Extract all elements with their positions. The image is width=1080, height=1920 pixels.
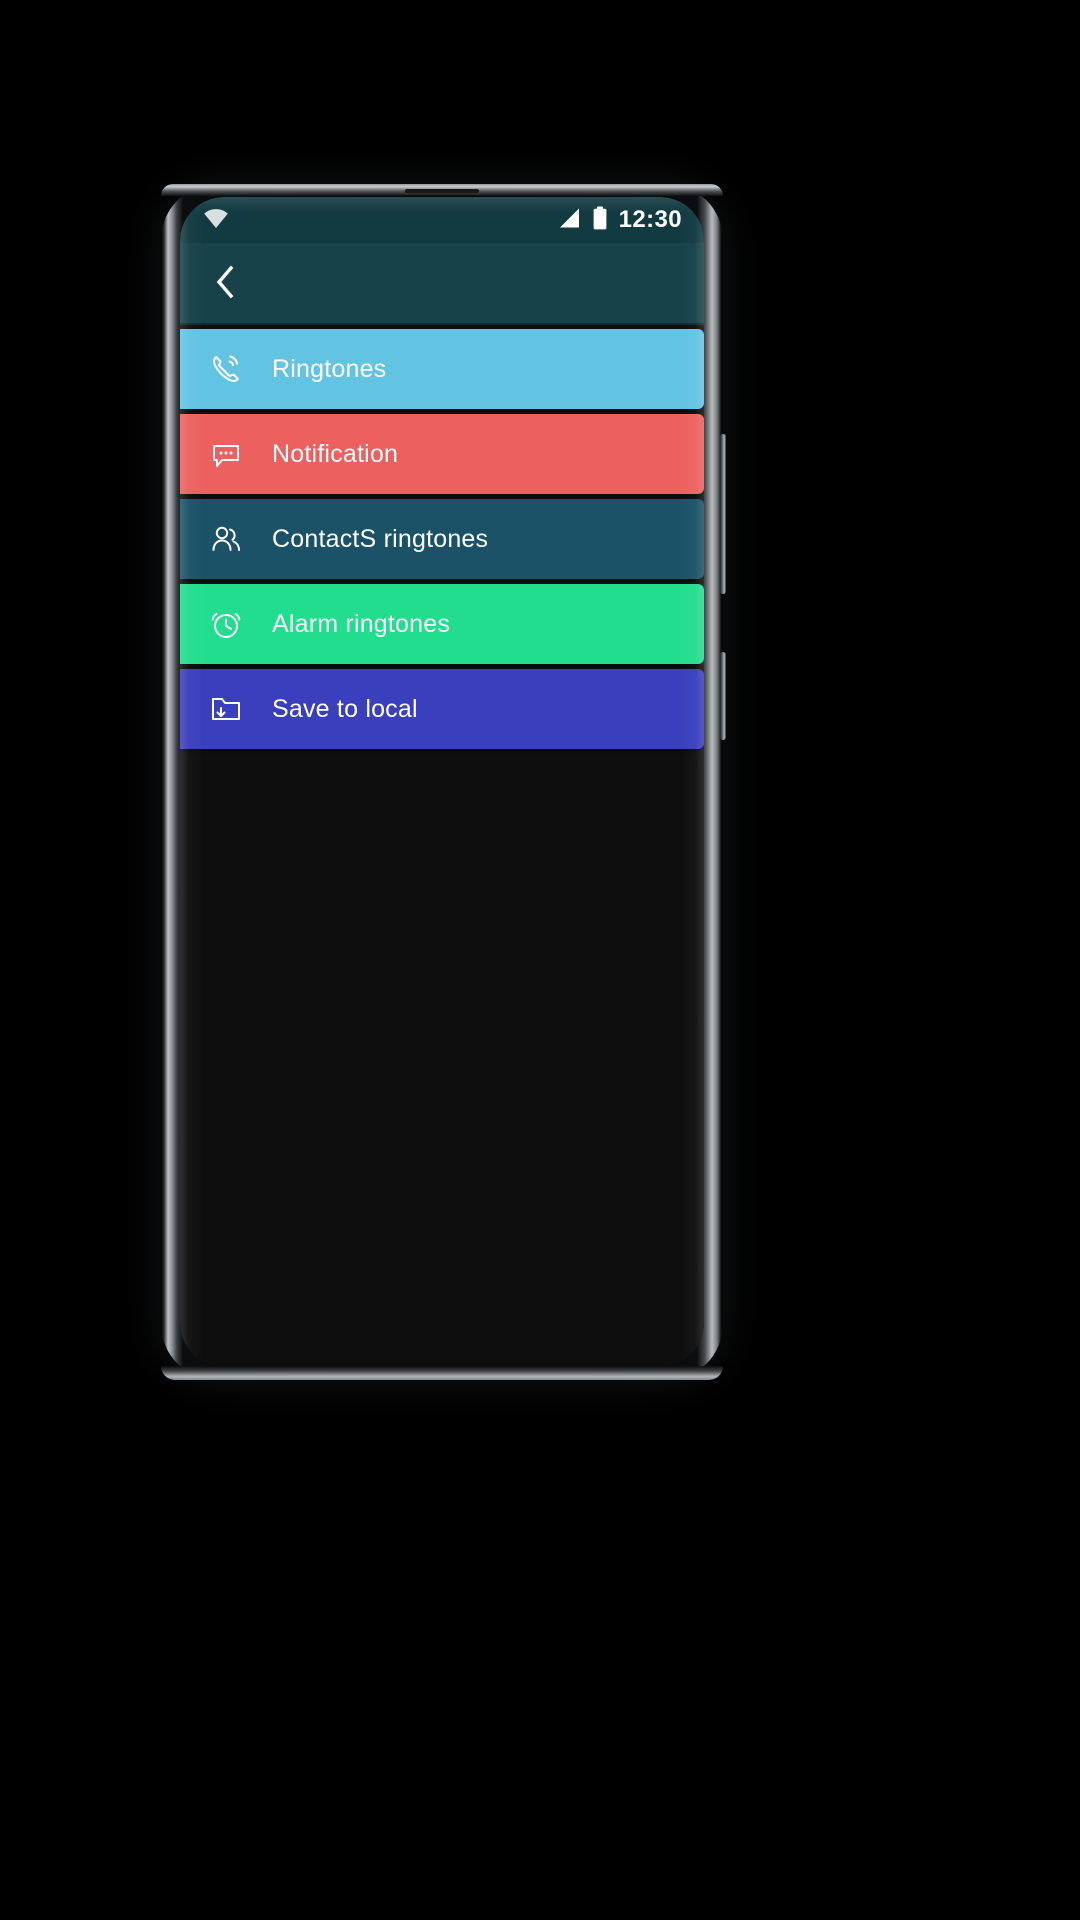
list-item-label: Notification xyxy=(272,439,399,468)
signal-icon xyxy=(556,207,581,234)
phone-bezel-bottom-highlight xyxy=(161,1366,723,1380)
list-item[interactable]: Notification xyxy=(180,414,704,494)
status-bar-clock: 12:30 xyxy=(618,206,682,233)
list-item-label: ContactS ringtones xyxy=(272,524,489,553)
alarm-clock-icon xyxy=(206,604,246,644)
contacts-people-icon xyxy=(206,519,246,559)
wifi-icon xyxy=(202,207,230,234)
content-area: Ringtones Notification ContactS ringtones A… xyxy=(180,325,704,1367)
phone-screen: 12:30 Ringtones Notification ContactS ri… xyxy=(180,197,704,1367)
list-item[interactable]: Ringtones xyxy=(180,329,704,409)
chat-bubble-icon xyxy=(206,434,246,474)
phone-ringing-icon xyxy=(206,349,246,389)
list-item[interactable]: ContactS ringtones xyxy=(180,499,704,579)
list-item[interactable]: Alarm ringtones xyxy=(180,584,704,664)
screenshot-root: 12:30 Ringtones Notification ContactS ri… xyxy=(0,0,1080,1920)
status-bar: 12:30 xyxy=(180,197,704,243)
folder-download-icon xyxy=(206,689,246,729)
volume-button[interactable] xyxy=(720,434,726,594)
screen-content: 12:30 Ringtones Notification ContactS ri… xyxy=(180,197,704,1367)
back-button[interactable] xyxy=(202,261,248,307)
list-item-label: Alarm ringtones xyxy=(272,609,451,638)
list-item-label: Ringtones xyxy=(272,354,387,383)
power-button[interactable] xyxy=(720,652,726,740)
list-item-label: Save to local xyxy=(272,694,418,723)
list-item[interactable]: Save to local xyxy=(180,669,704,749)
earpiece-speaker xyxy=(405,189,479,193)
back-chevron-icon xyxy=(212,265,238,304)
status-bar-left xyxy=(202,207,230,234)
app-bar xyxy=(180,243,704,325)
phone-device: 12:30 Ringtones Notification ContactS ri… xyxy=(161,184,726,1380)
status-bar-right: 12:30 xyxy=(556,206,682,235)
ringtone-options-list: Ringtones Notification ContactS ringtones A… xyxy=(180,329,704,749)
battery-icon xyxy=(592,206,608,235)
